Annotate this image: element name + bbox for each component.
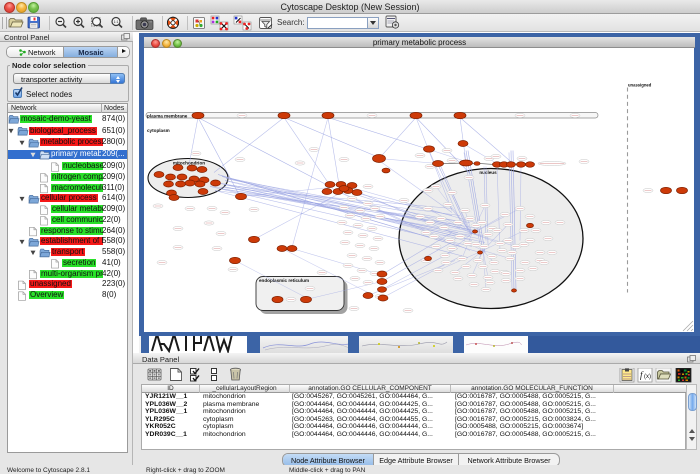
- svg-text:1:1: 1:1: [114, 20, 119, 24]
- svg-text:plasma membrane: plasma membrane: [147, 113, 188, 118]
- svg-text:endoplasmic reticulum: endoplasmic reticulum: [259, 278, 309, 283]
- svg-text:cytoplasm: cytoplasm: [147, 128, 170, 133]
- svg-text:nucleus: nucleus: [479, 170, 497, 175]
- svg-text:(x): (x): [644, 374, 651, 380]
- svg-text:unassigned: unassigned: [628, 82, 652, 87]
